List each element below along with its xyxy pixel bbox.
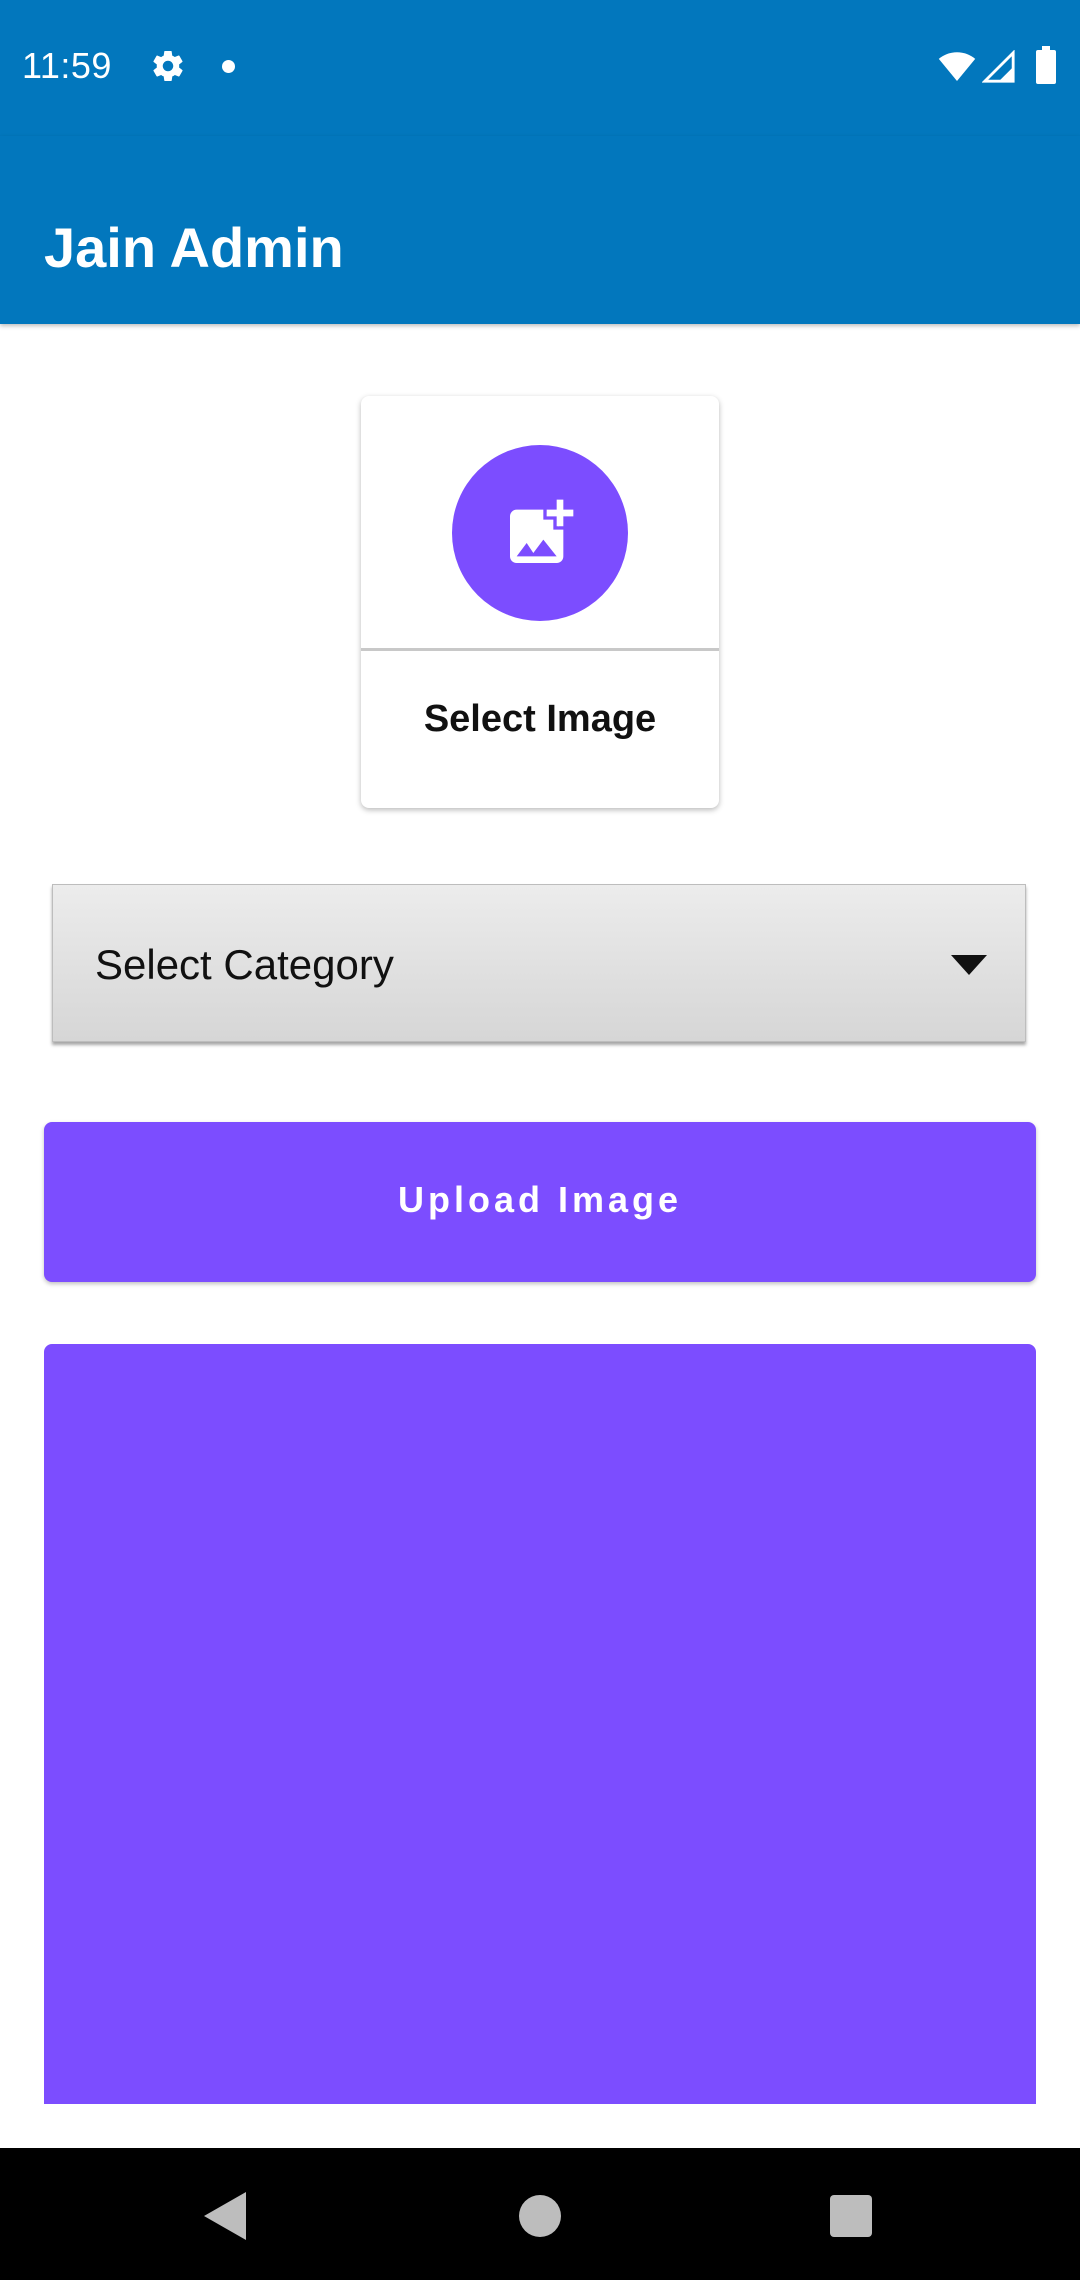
home-icon[interactable]: [519, 2195, 561, 2237]
wifi-icon: [938, 52, 976, 82]
add-image-button[interactable]: [452, 445, 628, 621]
image-preview: [44, 1344, 1036, 2104]
cellular-signal-icon: [982, 50, 1015, 83]
upload-image-button[interactable]: Upload Image: [44, 1122, 1036, 1282]
category-dropdown-value: Select Category: [95, 941, 394, 988]
screen: 11:59 Jain Admin Select Image Select Cat…: [0, 0, 1080, 2280]
settings-gear-icon: [153, 51, 183, 82]
back-icon[interactable]: [204, 2192, 248, 2240]
card-divider: [361, 648, 719, 651]
app-bar: Jain Admin: [0, 136, 1080, 324]
app-title: Jain Admin: [44, 216, 344, 279]
navigation-bar: [0, 2148, 1080, 2280]
notification-dot-icon: [222, 60, 235, 73]
add-photo-icon: [510, 499, 574, 563]
status-time: 11:59: [22, 45, 112, 86]
category-dropdown[interactable]: Select Category: [52, 884, 1026, 1042]
status-bar: 11:59: [0, 0, 1080, 136]
dropdown-arrow-icon: [951, 955, 987, 975]
select-image-label: Select Image: [423, 698, 657, 740]
recents-icon[interactable]: [830, 2195, 872, 2237]
select-image-card[interactable]: Select Image: [361, 396, 719, 808]
upload-image-label: Upload Image: [397, 1179, 683, 1220]
battery-icon: [1036, 46, 1056, 84]
